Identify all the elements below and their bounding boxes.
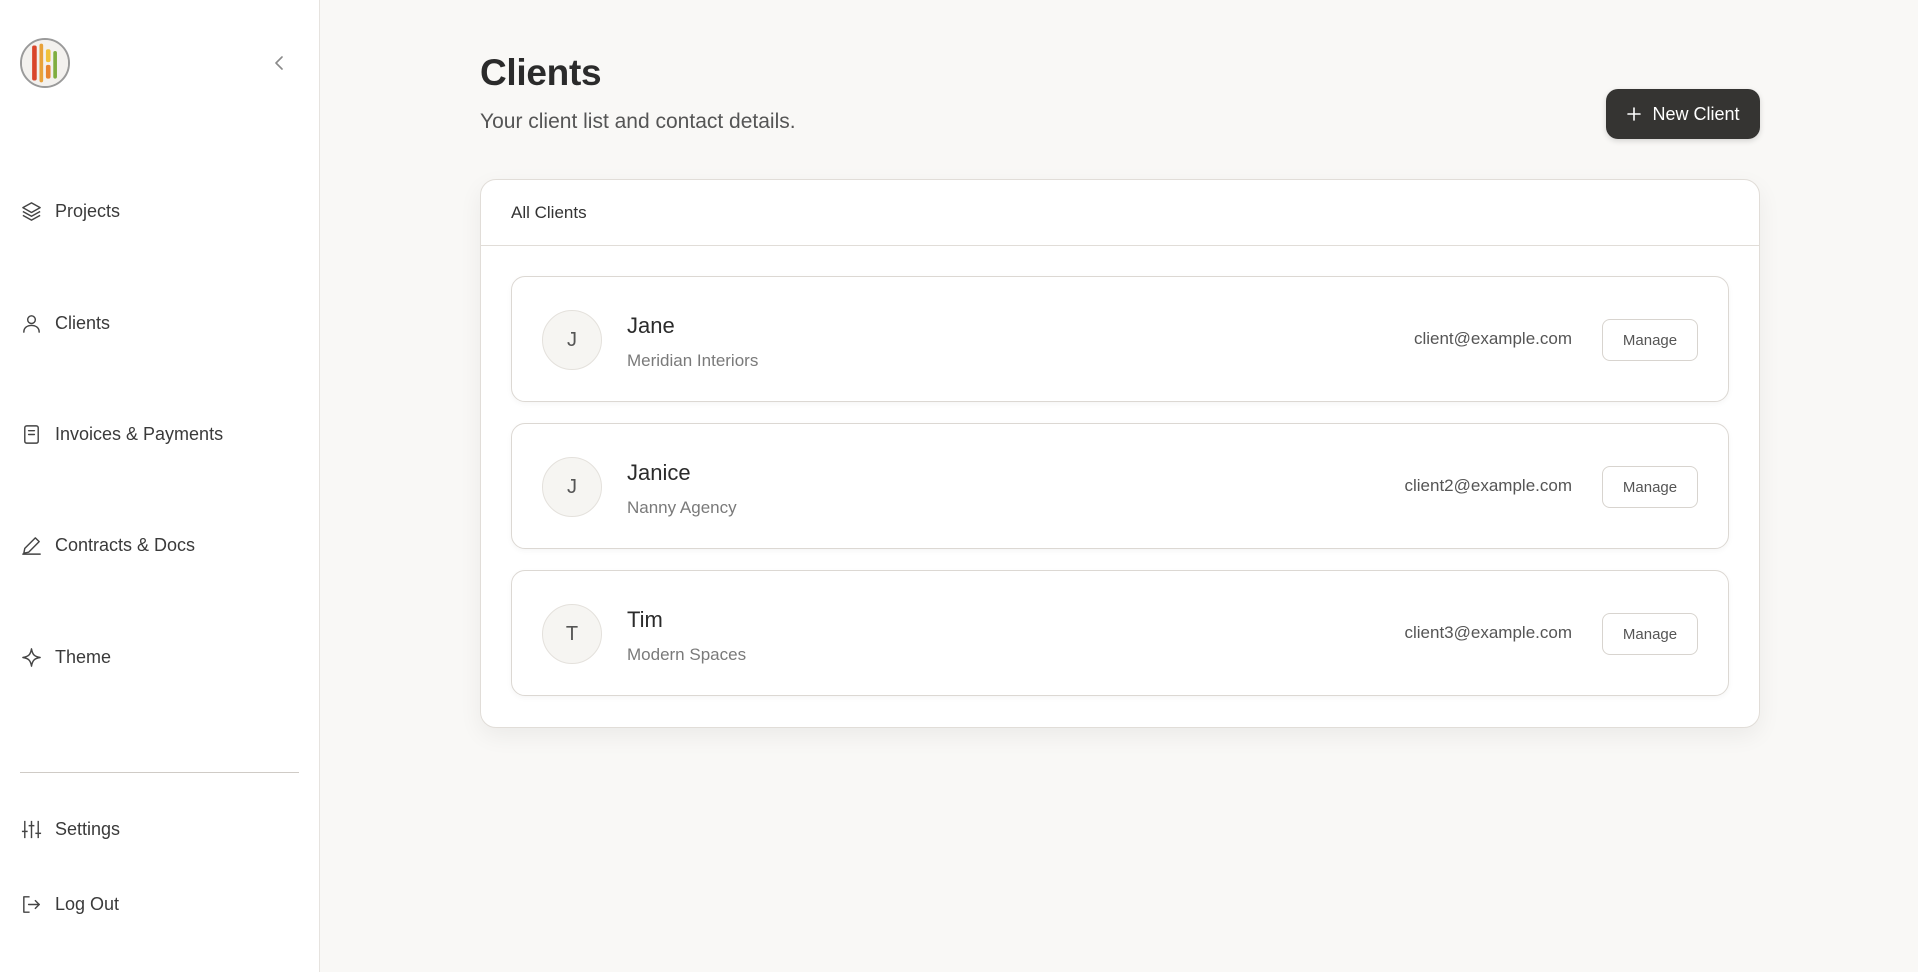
client-row[interactable]: J Jane Meridian Interiors client@example…	[511, 276, 1729, 402]
sidebar-item-contracts[interactable]: Contracts & Docs	[20, 534, 195, 557]
client-email: client@example.com	[1413, 329, 1572, 348]
client-name: Jane	[627, 313, 675, 338]
card-title: All Clients	[511, 202, 587, 222]
client-row[interactable]: J Janice Nanny Agency client2@example.co…	[511, 423, 1729, 549]
plus-icon	[1627, 107, 1642, 121]
sidebar-item-clients[interactable]: Clients	[20, 312, 110, 335]
avatar: T	[542, 604, 602, 664]
sidebar-item-logout[interactable]: Log Out	[20, 893, 119, 916]
avatar: J	[542, 457, 602, 517]
manage-button[interactable]: Manage	[1602, 319, 1698, 361]
layers-icon	[22, 202, 41, 221]
sidebar-item-theme[interactable]: Theme	[20, 646, 111, 669]
client-email: client3@example.com	[1404, 623, 1573, 642]
page-subtitle: Your client list and contact details.	[480, 110, 796, 133]
sidebar-item-label: Invoices & Payments	[55, 424, 224, 444]
sidebar-item-invoices[interactable]: Invoices & Payments	[20, 423, 223, 446]
sidebar-item-projects[interactable]: Projects	[20, 200, 120, 223]
manage-button[interactable]: Manage	[1602, 613, 1698, 655]
sidebar-item-settings[interactable]: Settings	[20, 818, 120, 841]
client-name: Tim	[627, 607, 663, 632]
sidebar-item-label: Log Out	[55, 894, 120, 914]
logo-icon	[22, 40, 68, 86]
sidebar-item-label: Settings	[55, 819, 121, 839]
manage-button[interactable]: Manage	[1602, 466, 1698, 508]
clients-card: All Clients J Jane Meridian Interiors cl…	[480, 179, 1760, 728]
app-root: Projects Clients Invoices & Payments Con…	[0, 0, 1918, 972]
card-header: All Clients	[481, 180, 1759, 246]
new-client-button[interactable]: New Client	[1606, 89, 1760, 139]
sidebar: Projects Clients Invoices & Payments Con…	[0, 0, 320, 972]
avatar: J	[542, 310, 602, 370]
new-client-label: New Client	[1652, 103, 1740, 124]
pen-icon	[22, 537, 41, 555]
sidebar-item-label: Theme	[55, 647, 112, 667]
sliders-icon	[21, 820, 42, 839]
logout-icon	[23, 896, 40, 913]
sidebar-collapse-button[interactable]	[268, 52, 290, 74]
sidebar-divider	[20, 772, 299, 773]
client-row[interactable]: T Tim Modern Spaces client3@example.com …	[511, 570, 1729, 696]
chevron-left-icon	[275, 56, 283, 70]
sidebar-item-label: Projects	[55, 201, 121, 221]
client-email: client2@example.com	[1404, 476, 1573, 495]
brand-logo[interactable]	[20, 38, 70, 88]
sidebar-item-label: Contracts & Docs	[55, 535, 196, 555]
main-content: Clients Your client list and contact det…	[320, 0, 1918, 972]
sidebar-item-label: Clients	[55, 313, 111, 333]
client-name: Janice	[627, 460, 691, 485]
client-company: Nanny Agency	[627, 498, 737, 517]
client-company: Meridian Interiors	[627, 351, 759, 370]
receipt-icon	[24, 425, 39, 444]
sparkle-icon	[22, 648, 41, 667]
page-title: Clients	[480, 52, 602, 93]
user-icon	[23, 315, 40, 333]
client-company: Modern Spaces	[627, 645, 747, 664]
